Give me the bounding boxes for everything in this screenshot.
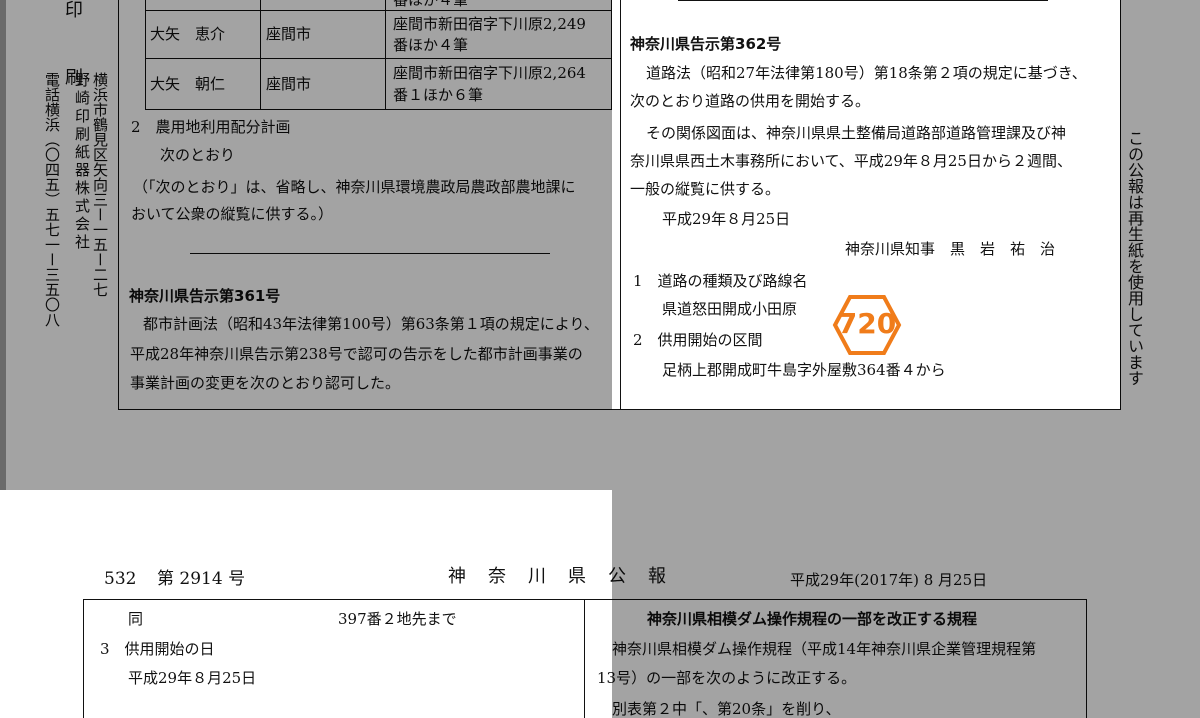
notice-362-text: 一般の縦覧に供する。 (630, 180, 781, 198)
scan-edge (0, 0, 6, 490)
issue-number: 第 2914 号 (157, 569, 246, 589)
page-number: 532 (104, 569, 137, 589)
notice-362-heading: 神奈川県告示第362号 (630, 35, 782, 53)
scan-shadow (1120, 0, 1200, 410)
notice-362-text: 奈川県県西土木事務所において、平成29年８月25日から２週間、 (630, 152, 1072, 170)
notice-362-text: 次のとおり道路の供用を開始する。 (630, 92, 871, 110)
notice-362-item-1-value: 県道怒田開成小田原 (662, 300, 798, 318)
notice-362-item-2-value: 足柄上郡開成町牛島字外屋敷364番４から (662, 361, 946, 379)
column-divider (584, 599, 585, 718)
notice-362-item-2: 2 供用開始の区間 (633, 331, 763, 349)
section-divider (678, 0, 1048, 1)
notice-362-signer: 神奈川県知事 黒 岩 祐 治 (845, 240, 1056, 258)
notice-362-date: 平成29年８月25日 (662, 210, 791, 228)
badge-number: 720 (837, 307, 897, 340)
range-end: 397番２地先まで (338, 610, 457, 628)
notice-362-text: その関係図面は、神奈川県県土整備局道路部道路管理課及び神 (646, 124, 1067, 142)
scan-shadow (612, 490, 1200, 718)
frame-left-border (83, 599, 84, 718)
item-3-value: 平成29年８月25日 (128, 669, 257, 687)
notice-362-text: 道路法（昭和27年法律第180号）第18条第２項の規定に基づき、 (646, 64, 1087, 82)
hexagon-badge: 720 (832, 294, 902, 356)
item-3-heading: 3 供用開始の日 (100, 640, 215, 658)
scan-shadow (0, 0, 612, 410)
column-divider (620, 0, 621, 410)
range-same: 同 (128, 610, 144, 628)
notice-362-item-1: 1 道路の種類及び路線名 (633, 272, 808, 290)
scan-shadow (0, 410, 1200, 490)
